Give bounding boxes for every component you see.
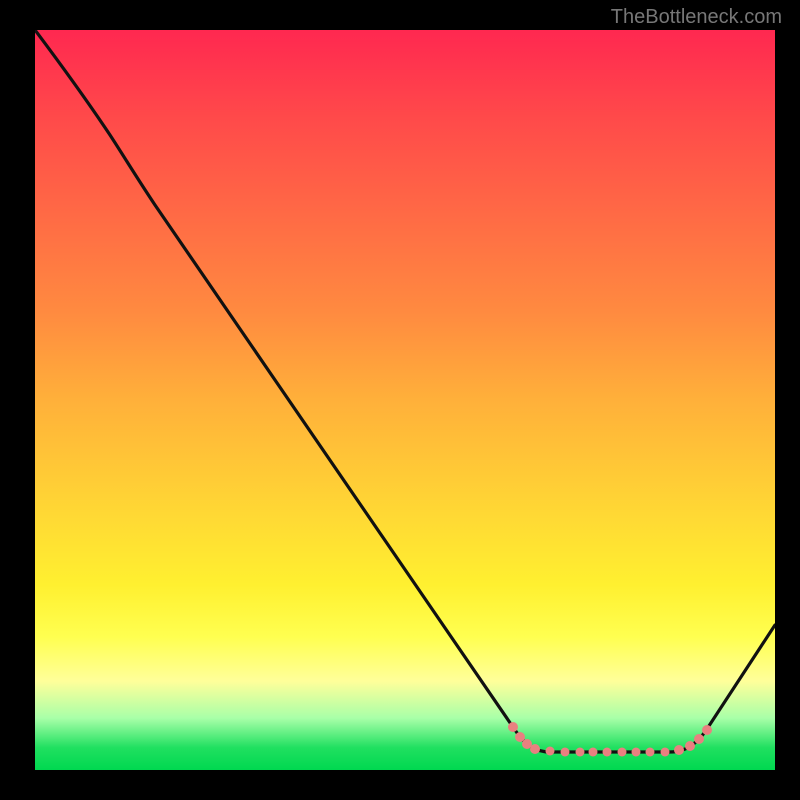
- plot-area: [35, 30, 775, 770]
- curve-svg: [35, 30, 775, 770]
- chart-container: TheBottleneck.com: [0, 0, 800, 800]
- watermark-text: TheBottleneck.com: [611, 6, 782, 29]
- bottleneck-curve: [35, 30, 775, 752]
- optimal-zone-markers: [508, 722, 712, 757]
